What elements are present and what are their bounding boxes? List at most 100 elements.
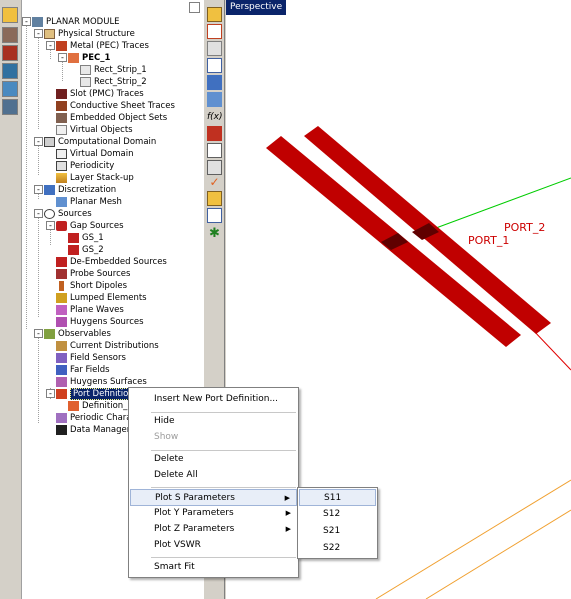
tree-item-metal-traces[interactable]: Metal (PEC) Traces: [56, 40, 149, 52]
tree-item-virtual-domain[interactable]: Virtual Domain: [56, 148, 133, 160]
tree-item-slot-traces[interactable]: Slot (PMC) Traces: [56, 88, 144, 100]
grid-icon[interactable]: [207, 75, 222, 90]
menu-delete-all[interactable]: Delete All: [130, 467, 297, 484]
menu-separator: [151, 487, 296, 488]
tree-item-observables[interactable]: Observables: [44, 328, 111, 340]
edit-icon[interactable]: [207, 191, 222, 206]
expand-toggle[interactable]: -: [34, 209, 43, 218]
expand-toggle[interactable]: -: [22, 17, 31, 26]
expand-toggle[interactable]: -: [58, 53, 67, 62]
tree-item-de-embedded-sources[interactable]: De-Embedded Sources: [56, 256, 167, 268]
menu-plot-z-parameters[interactable]: Plot Z Parameters ▶: [130, 521, 297, 538]
tree-item-definition[interactable]: Definition_: [68, 400, 127, 412]
chart-icon[interactable]: [207, 160, 222, 175]
tree-item-periodic-characteristics[interactable]: Periodic Chara: [56, 412, 131, 424]
structure-icon: [44, 29, 55, 39]
layers-icon[interactable]: [2, 27, 18, 43]
tree-item-probe-sources[interactable]: Probe Sources: [56, 268, 130, 280]
submenu-s11[interactable]: S11: [299, 489, 376, 506]
plane-wave-icon: [56, 305, 67, 315]
doc-icon[interactable]: [207, 208, 222, 223]
gap-source-icon: [56, 221, 67, 231]
tree-item-periodicity[interactable]: Periodicity: [56, 160, 114, 172]
slot-trace-icon: [56, 89, 67, 99]
menu-plot-s-parameters[interactable]: Plot S Parameters ▶: [130, 489, 297, 506]
check-icon[interactable]: ✓: [207, 175, 222, 190]
tree-item-data-manager[interactable]: Data Manager: [56, 424, 130, 436]
tree-item-huygens-sources[interactable]: Huygens Sources: [56, 316, 144, 328]
shape-icon[interactable]: [207, 58, 222, 73]
submenu-arrow-icon: ▶: [285, 525, 291, 533]
tree-item-discretization[interactable]: Discretization: [44, 184, 116, 196]
tree-item-rect-strip-2[interactable]: Rect_Strip_2: [80, 76, 147, 88]
menu-delete[interactable]: Delete: [130, 451, 297, 468]
tree-item-layer-stackup[interactable]: Layer Stack-up: [56, 172, 134, 184]
schematic-icon[interactable]: [2, 99, 18, 115]
gap-source-icon: [68, 233, 79, 243]
tree-item-virtual-objects[interactable]: Virtual Objects: [56, 124, 133, 136]
tree-item-pec1[interactable]: PEC_1: [68, 52, 110, 64]
virtual-domain-icon: [56, 149, 67, 159]
tree-item-gap-sources[interactable]: Gap Sources: [56, 220, 124, 232]
tree-item-conductive-sheet[interactable]: Conductive Sheet Traces: [56, 100, 175, 112]
view-label: Perspective: [226, 0, 287, 15]
expand-toggle[interactable]: -: [34, 329, 43, 338]
tree-item-lumped-elements[interactable]: Lumped Elements: [56, 292, 147, 304]
expand-toggle[interactable]: -: [34, 185, 43, 194]
tree-item-short-dipoles[interactable]: Short Dipoles: [56, 280, 127, 292]
expand-toggle[interactable]: -: [34, 137, 43, 146]
ruler-icon[interactable]: [207, 7, 222, 22]
lumped-element-icon: [56, 293, 67, 303]
tree-item-physical-structure[interactable]: Physical Structure: [44, 28, 135, 40]
data-manager-icon: [56, 425, 67, 435]
tree-item-far-fields[interactable]: Far Fields: [56, 364, 110, 376]
tree-item-rect-strip-1[interactable]: Rect_Strip_1: [80, 64, 147, 76]
tree-item-sources[interactable]: Sources: [44, 208, 92, 220]
tree-item-field-sensors[interactable]: Field Sensors: [56, 352, 126, 364]
port-label-2: PORT_2: [504, 221, 546, 234]
function-icon[interactable]: f(x): [207, 110, 223, 125]
expand-toggle[interactable]: -: [46, 389, 55, 398]
probe-source-icon: [56, 269, 67, 279]
submenu-s21[interactable]: S21: [299, 523, 376, 540]
tree-item-planar-mesh[interactable]: Planar Mesh: [56, 196, 122, 208]
tree-item-computational-domain[interactable]: Computational Domain: [44, 136, 156, 148]
metal-trace-icon: [56, 41, 67, 51]
virtual-object-icon: [56, 125, 67, 135]
module-icon[interactable]: [2, 7, 18, 23]
expand-toggle[interactable]: -: [46, 41, 55, 50]
expand-toggle[interactable]: -: [34, 29, 43, 38]
s-parameters-submenu: S11 S12 S21 S22: [297, 487, 378, 559]
copy-icon[interactable]: [207, 41, 222, 56]
menu-label: Plot Z Parameters: [154, 524, 235, 534]
tree-item-planar-module[interactable]: PLANAR MODULE: [32, 16, 120, 28]
tree-item-embedded-objects[interactable]: Embedded Object Sets: [56, 112, 167, 124]
expand-toggle[interactable]: -: [46, 221, 55, 230]
gear-icon[interactable]: ✱: [207, 226, 222, 241]
sources-icon: [44, 209, 55, 219]
menu-plot-vswr[interactable]: Plot VSWR: [130, 537, 297, 554]
network-icon[interactable]: [2, 81, 18, 97]
graph-icon[interactable]: [207, 143, 222, 158]
scrollbar-box[interactable]: [189, 2, 200, 13]
menu-smart-fit[interactable]: Smart Fit: [130, 559, 297, 576]
submenu-s22[interactable]: S22: [299, 540, 376, 557]
huygens-surface-icon: [56, 377, 67, 387]
tree-item-plane-waves[interactable]: Plane Waves: [56, 304, 124, 316]
scissors-icon[interactable]: [207, 24, 222, 39]
huygens-source-icon: [56, 317, 67, 327]
far-field-icon: [56, 365, 67, 375]
tree-item-gs2[interactable]: GS_2: [68, 244, 104, 256]
excel-icon[interactable]: [207, 126, 222, 141]
menu-insert-port[interactable]: Insert New Port Definition...: [130, 391, 297, 408]
radiation-icon[interactable]: [2, 45, 18, 61]
menu-hide[interactable]: Hide: [130, 413, 297, 430]
menu-show[interactable]: Show: [130, 429, 297, 446]
tree-item-current-distributions[interactable]: Current Distributions: [56, 340, 159, 352]
mesh-icon[interactable]: [2, 63, 18, 79]
submenu-s12[interactable]: S12: [299, 506, 376, 523]
grid-alt-icon[interactable]: [207, 92, 222, 107]
tree-item-gs1[interactable]: GS_1: [68, 232, 104, 244]
menu-plot-y-parameters[interactable]: Plot Y Parameters ▶: [130, 505, 297, 522]
embedded-object-icon: [56, 113, 67, 123]
